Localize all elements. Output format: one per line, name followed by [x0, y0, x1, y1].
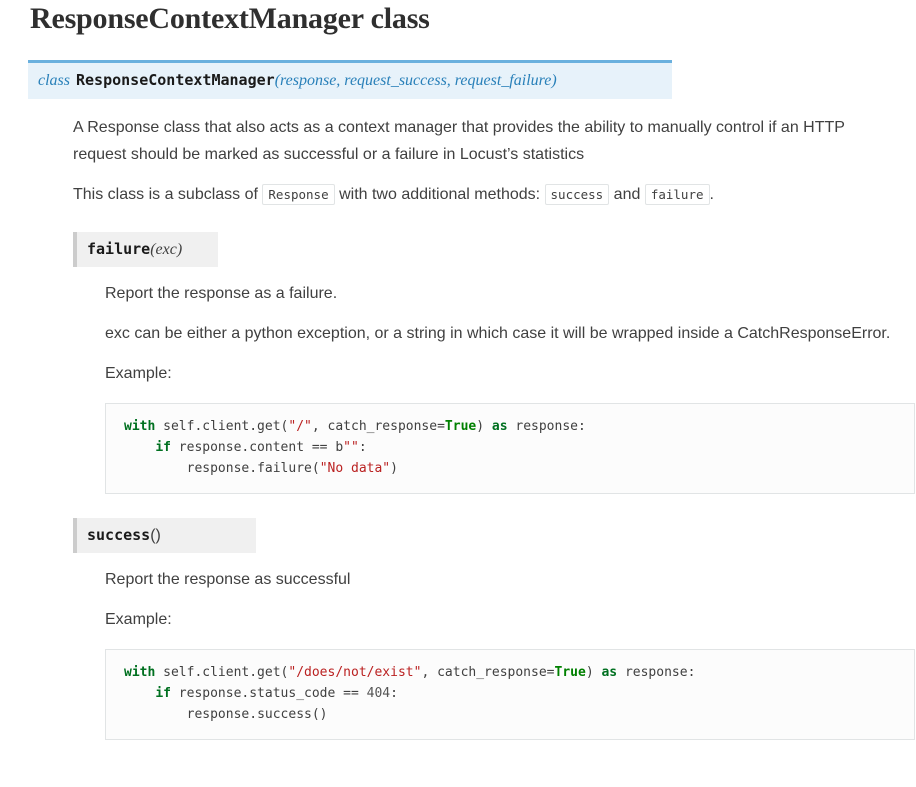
- code-token-punct: ): [585, 665, 594, 680]
- subclass-text-part-4: .: [709, 186, 714, 203]
- code-token-keyword: if: [155, 440, 171, 455]
- code-token-constant: True: [444, 419, 477, 434]
- method-section-failure: failure(exc) Report the response as a fa…: [73, 232, 915, 494]
- documentation-page: ResponseContextManager class class Respon…: [0, 0, 916, 740]
- code-token-text: response.status_code ==: [170, 686, 367, 701]
- method-args-failure: (exc): [150, 241, 183, 258]
- code-block-failure-example: with self.client.get("/", catch_response…: [105, 403, 915, 494]
- code-token-text: response.failure(: [186, 461, 320, 476]
- code-token-string: "/does/not/exist": [288, 665, 422, 680]
- method-paragraph: Report the response as a failure.: [105, 285, 338, 302]
- class-parameters: (response, request_success, request_fail…: [274, 72, 557, 89]
- code-token-string: "": [343, 440, 359, 455]
- class-name: ResponseContextManager: [76, 71, 275, 89]
- class-description-paragraph: A Response class that also acts as a con…: [73, 119, 845, 163]
- code-token-punct: :: [390, 686, 398, 701]
- code-token-punct: :: [358, 440, 367, 455]
- code-token-text: response:: [515, 419, 586, 434]
- method-heading-failure: failure(exc): [73, 232, 219, 267]
- inline-code-success: success: [544, 184, 610, 205]
- code-token-keyword: as: [484, 419, 516, 434]
- page-title: ResponseContextManager class: [30, 2, 430, 35]
- code-token-punct: ): [390, 461, 398, 476]
- code-token-constant: True: [554, 665, 586, 680]
- code-token-string: "No data": [319, 461, 391, 476]
- subclass-description-paragraph: This class is a subclass of Response wit…: [73, 181, 873, 208]
- method-name-success: success: [87, 526, 151, 544]
- code-token-text: , catch_response=: [421, 665, 555, 680]
- code-token-call: self.client.get(: [155, 419, 289, 434]
- inline-code-failure: failure: [644, 184, 710, 205]
- code-block-success-example: with self.client.get("/does/not/exist", …: [105, 649, 915, 740]
- class-body: A Response class that also acts as a con…: [28, 114, 915, 740]
- code-token-punct: ): [476, 419, 485, 434]
- code-token-call: self.client.get(: [155, 665, 289, 680]
- method-body-success: Report the response as successful Exampl…: [73, 566, 915, 740]
- example-label: Example:: [105, 365, 172, 382]
- method-args-success: (): [150, 527, 161, 544]
- method-name-failure: failure: [87, 240, 151, 258]
- subclass-text-part-2: with two additional methods:: [339, 186, 541, 203]
- class-signature: class ResponseContextManager(response, re…: [28, 60, 672, 99]
- code-token-text: response.content == b: [170, 440, 344, 455]
- code-token-number: 404: [366, 686, 391, 701]
- method-paragraph: Report the response as successful: [105, 571, 351, 588]
- code-token-text: response:: [624, 665, 696, 680]
- method-heading-success: success(): [73, 518, 256, 553]
- subclass-text-part-3: and: [613, 186, 641, 203]
- example-label: Example:: [105, 611, 172, 628]
- code-token-keyword: if: [155, 686, 171, 701]
- method-body-failure: Report the response as a failure. exc ca…: [73, 280, 915, 494]
- method-section-success: success() Report the response as success…: [73, 518, 915, 740]
- method-paragraph: exc can be either a python exception, or…: [105, 325, 891, 342]
- code-token-keyword: with: [124, 665, 156, 680]
- subclass-text-part-1: This class is a subclass of: [73, 186, 258, 203]
- class-documentation-block: class ResponseContextManager(response, re…: [16, 60, 915, 740]
- code-token-text: response.success(): [186, 707, 328, 722]
- inline-code-response: Response: [262, 184, 335, 205]
- class-keyword: class: [38, 72, 70, 89]
- code-token-text: , catch_response=: [311, 419, 445, 434]
- code-token-string: "/": [288, 419, 312, 434]
- code-token-keyword: as: [593, 665, 625, 680]
- code-token-keyword: with: [124, 419, 156, 434]
